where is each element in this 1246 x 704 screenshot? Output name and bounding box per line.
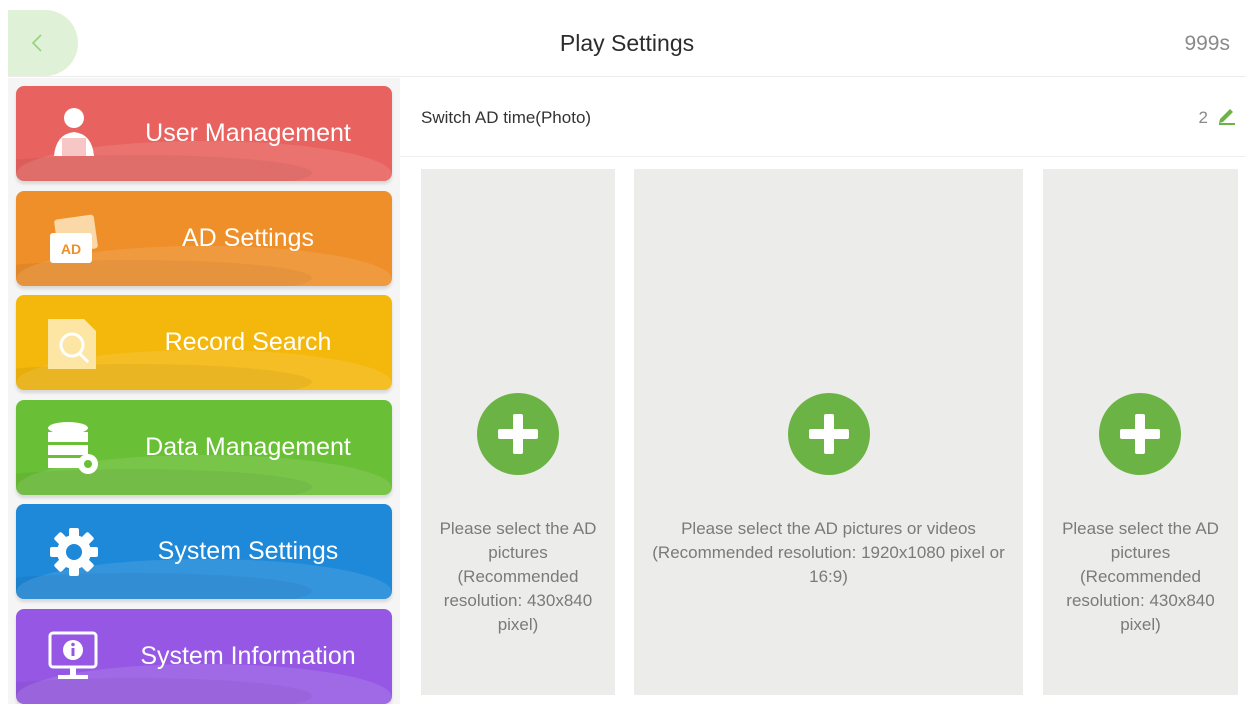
sidebar-item-label: System Information [140, 642, 356, 670]
sidebar-item-label: User Management [145, 119, 351, 147]
ad-slot-hint: Please select the AD pictures (Recommend… [1062, 519, 1219, 634]
plus-icon[interactable] [1099, 393, 1181, 475]
sidebar-item-ad-settings[interactable]: AD AD Settings [16, 191, 392, 286]
sidebar-item-record-search[interactable]: Record Search [16, 295, 392, 390]
sidebar-item-label: AD Settings [181, 224, 314, 252]
search-document-icon [48, 319, 96, 369]
plus-icon[interactable] [788, 393, 870, 475]
ad-slot-hint: Please select the AD pictures or videos … [652, 519, 1005, 586]
sidebar-item-label: Record Search [164, 328, 332, 356]
sidebar-item-label: System Settings [157, 537, 339, 565]
top-bar: Play Settings 999s [8, 10, 1246, 77]
pencil-icon[interactable] [1216, 104, 1238, 126]
sidebar: User Management AD AD Settings Record Se… [8, 78, 400, 704]
switch-ad-time-label: Switch AD time(Photo) [421, 108, 592, 127]
sidebar-item-user-management[interactable]: User Management [16, 86, 392, 181]
database-gear-icon [48, 422, 98, 474]
sidebar-item-system-settings[interactable]: System Settings [16, 504, 392, 599]
gear-icon [50, 528, 98, 576]
info-monitor-icon [48, 631, 98, 679]
ad-icon: AD [50, 214, 98, 263]
sidebar-item-system-information[interactable]: System Information [16, 609, 392, 704]
content-area: Switch AD time(Photo) 2 Please select th… [400, 78, 1246, 704]
ad-slot-hint: Please select the AD pictures (Recommend… [439, 519, 597, 634]
plus-icon[interactable] [477, 393, 559, 475]
ad-slot-right[interactable]: Please select the AD pictures (Recommend… [1043, 169, 1238, 695]
ad-slot-left[interactable]: Please select the AD pictures (Recommend… [421, 169, 615, 695]
svg-text:AD: AD [61, 241, 81, 257]
switch-ad-time-value: 2 [1198, 108, 1208, 127]
page-title: Play Settings [559, 30, 695, 56]
sidebar-item-label: Data Management [145, 433, 351, 461]
user-icon [54, 108, 94, 156]
ad-slot-center[interactable]: Please select the AD pictures or videos … [634, 169, 1023, 695]
countdown-timer: 999s [1184, 32, 1230, 55]
sidebar-item-data-management[interactable]: Data Management [16, 400, 392, 495]
switch-ad-time-row[interactable]: Switch AD time(Photo) 2 [400, 78, 1246, 157]
